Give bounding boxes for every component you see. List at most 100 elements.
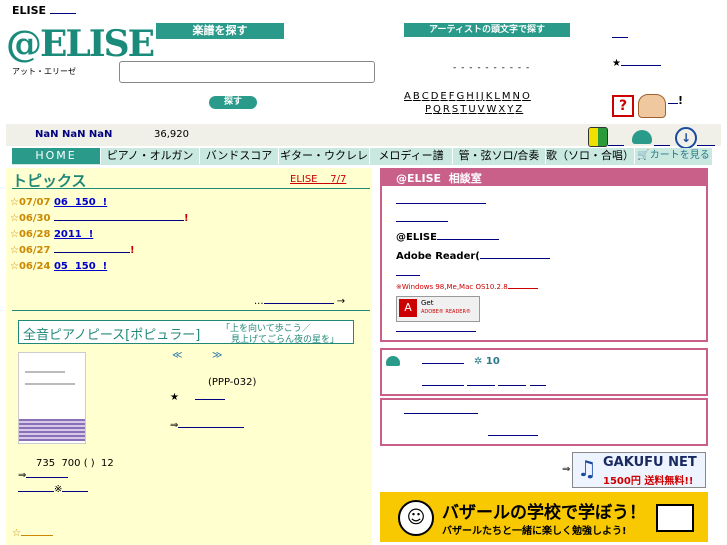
beginner-icon[interactable] bbox=[588, 127, 608, 147]
alphabet-link-x[interactable]: X bbox=[498, 104, 506, 115]
alphabet-link-a[interactable]: A bbox=[404, 91, 412, 102]
alphabet-link-w[interactable]: W bbox=[487, 104, 498, 115]
adobe-icon: A bbox=[399, 299, 417, 317]
alphabet-link-r[interactable]: R bbox=[443, 104, 451, 115]
tab-band[interactable]: バンドスコア bbox=[200, 148, 279, 164]
topic-item[interactable]: ☆06/27 ! bbox=[10, 245, 135, 256]
tab-wind-string[interactable]: 管・弦ソロ/合奏 bbox=[453, 148, 546, 164]
alphabet-link-m[interactable]: M bbox=[502, 91, 512, 102]
topic-item[interactable]: ☆06/30 ! bbox=[10, 213, 189, 224]
gakufu-net-banner[interactable]: ♫ GAKUFU NET 1500円 送料無料!! bbox=[572, 452, 706, 488]
bazaar-subtitle: バザールたちと一緒に楽しく勉強しよう! bbox=[442, 526, 627, 537]
search-title: 楽譜を探す bbox=[156, 23, 284, 39]
school-building-icon bbox=[656, 504, 694, 532]
feature-detail-link[interactable]: ⇒ bbox=[170, 420, 245, 431]
info-link-1[interactable] bbox=[404, 406, 478, 417]
consult-label-2[interactable]: Adobe Reader( bbox=[396, 251, 550, 262]
feature-buy-link[interactable]: ⇒ bbox=[18, 470, 69, 481]
alphabet-link-z[interactable]: Z bbox=[515, 104, 523, 115]
feature-note-link[interactable]: ※ bbox=[18, 484, 89, 495]
adobe-reader-label: ADOBE® READER® bbox=[421, 309, 471, 315]
feature-title-box[interactable]: 全音ピアノピース[ポピュラー] 「上を向いて歩こう／ 見上げてごらん夜の星を」 bbox=[18, 320, 354, 345]
topics-more-link[interactable]: ... → bbox=[254, 296, 345, 307]
topic-item[interactable]: ☆07/07 06 150 ! bbox=[10, 197, 107, 208]
alphabet-link-s[interactable]: S bbox=[452, 104, 459, 115]
consult-note: ※Windows 98,Me,Mac OS10.2.8 bbox=[396, 283, 538, 291]
alphabet-link-g[interactable]: G bbox=[457, 91, 466, 102]
topics-header-rule bbox=[12, 188, 370, 189]
consult-link-3[interactable] bbox=[396, 268, 420, 279]
alphabet-link-h[interactable]: H bbox=[466, 91, 475, 102]
info-link-2[interactable] bbox=[488, 428, 538, 439]
download-icon[interactable]: ↓ bbox=[675, 127, 697, 149]
alphabet-link-i[interactable]: I bbox=[476, 91, 480, 102]
logo-text: @ELISE bbox=[6, 23, 155, 65]
member-count: ✲ 10 bbox=[474, 356, 500, 367]
search-input[interactable] bbox=[119, 61, 375, 83]
top-label: ELISE bbox=[12, 4, 76, 17]
character-icon bbox=[638, 94, 666, 118]
alphabet-link-o[interactable]: O bbox=[522, 91, 531, 102]
bazaar-face-icon: ☺ bbox=[398, 500, 434, 536]
artist-title: アーティストの頭文字で探す bbox=[404, 23, 570, 37]
feature-code: (PPP-032) bbox=[208, 377, 257, 388]
alphabet-link-q[interactable]: Q bbox=[433, 104, 442, 115]
alphabet-link-c[interactable]: C bbox=[422, 91, 430, 102]
consult-link-1[interactable] bbox=[396, 196, 486, 207]
feature-title: 全音ピアノピース[ポピュラー] bbox=[23, 328, 201, 343]
alphabet-row-2: PQRSTUVWXYZ bbox=[425, 104, 524, 115]
tab-guitar[interactable]: ギター・ウクレレ bbox=[279, 148, 370, 164]
status-date: NaN NaN NaN bbox=[35, 129, 113, 140]
topic-item[interactable]: ☆06/28 2011 ! bbox=[10, 229, 93, 240]
gakufu-subtitle: 1500円 送料無料!! bbox=[603, 476, 694, 487]
header-link-1[interactable] bbox=[612, 30, 628, 41]
feature-next-button[interactable]: ≫ bbox=[212, 350, 222, 361]
alphabet-link-n[interactable]: N bbox=[512, 91, 520, 102]
help-icon[interactable]: ? bbox=[612, 95, 634, 117]
cart-button[interactable]: 🛒カートを見る bbox=[635, 148, 712, 164]
status-count: 36,920 bbox=[154, 129, 189, 140]
tab-home[interactable]: HOME bbox=[12, 148, 101, 164]
elise-link[interactable]: ELISE 7/7 bbox=[290, 174, 346, 185]
artist-dashes: - - - - - - - - - - bbox=[453, 63, 531, 73]
bazaar-banner[interactable]: ☺ バザールの学校で学ぼう！ バザールたちと一緒に楽しく勉強しよう! bbox=[380, 492, 708, 542]
consult-label-1[interactable]: @ELISE bbox=[396, 232, 499, 243]
consult-title: @ELISE 相談室 bbox=[396, 172, 482, 185]
feature-star-link[interactable]: ★ bbox=[170, 392, 225, 403]
consult-link-4[interactable] bbox=[396, 324, 476, 335]
alphabet-link-f[interactable]: F bbox=[449, 91, 456, 102]
search-button[interactable]: 探す bbox=[209, 96, 257, 109]
score-thumbnail[interactable] bbox=[18, 352, 86, 444]
consult-link-2[interactable] bbox=[396, 214, 448, 225]
alphabet-link-e[interactable]: E bbox=[440, 91, 447, 102]
alphabet-link-l[interactable]: L bbox=[494, 91, 501, 102]
alphabet-link-k[interactable]: K bbox=[486, 91, 494, 102]
alphabet-link-y[interactable]: Y bbox=[507, 104, 514, 115]
gakufu-title: GAKUFU NET bbox=[603, 455, 697, 470]
tab-piano[interactable]: ピアノ・オルガン bbox=[101, 148, 200, 164]
topic-item[interactable]: ☆06/24 05 150 ! bbox=[10, 261, 107, 272]
feature-bottom-link[interactable]: ☆ bbox=[12, 528, 53, 539]
logo[interactable]: @ELISE アット・エリーゼ bbox=[6, 22, 155, 92]
header-star-link[interactable]: ★ bbox=[612, 58, 661, 69]
topics-footer-rule bbox=[12, 310, 370, 311]
feature-prev-button[interactable]: ≪ bbox=[172, 350, 182, 361]
alphabet-link-v[interactable]: V bbox=[478, 104, 486, 115]
alphabet-link-u[interactable]: U bbox=[468, 104, 476, 115]
nav-bar: HOME ピアノ・オルガン バンドスコア ギター・ウクレレ メロディー譜 管・弦… bbox=[12, 148, 712, 165]
alphabet-link-t[interactable]: T bbox=[460, 104, 467, 115]
member-link-1[interactable] bbox=[422, 356, 464, 367]
alphabet-row-1: ABCDEFGHIJKLMNO bbox=[404, 91, 532, 102]
alphabet-link-p[interactable]: P bbox=[425, 104, 432, 115]
tab-melody[interactable]: メロディー譜 bbox=[370, 148, 453, 164]
purse-icon[interactable] bbox=[632, 130, 652, 144]
feature-subtitle-2: 見上げてごらん夜の星を」 bbox=[231, 335, 340, 345]
gakufu-arrow: ⇒ bbox=[562, 464, 571, 475]
alphabet-link-j[interactable]: J bbox=[481, 91, 485, 102]
adobe-reader-button[interactable]: A Get ADOBE® READER® bbox=[396, 296, 480, 322]
header-exclaim-link[interactable]: ! bbox=[668, 94, 683, 107]
alphabet-link-d[interactable]: D bbox=[431, 91, 440, 102]
alphabet-link-b[interactable]: B bbox=[413, 91, 421, 102]
tab-vocal[interactable]: 歌（ソロ・合唱） bbox=[546, 148, 635, 164]
member-link-2[interactable] bbox=[422, 378, 546, 389]
